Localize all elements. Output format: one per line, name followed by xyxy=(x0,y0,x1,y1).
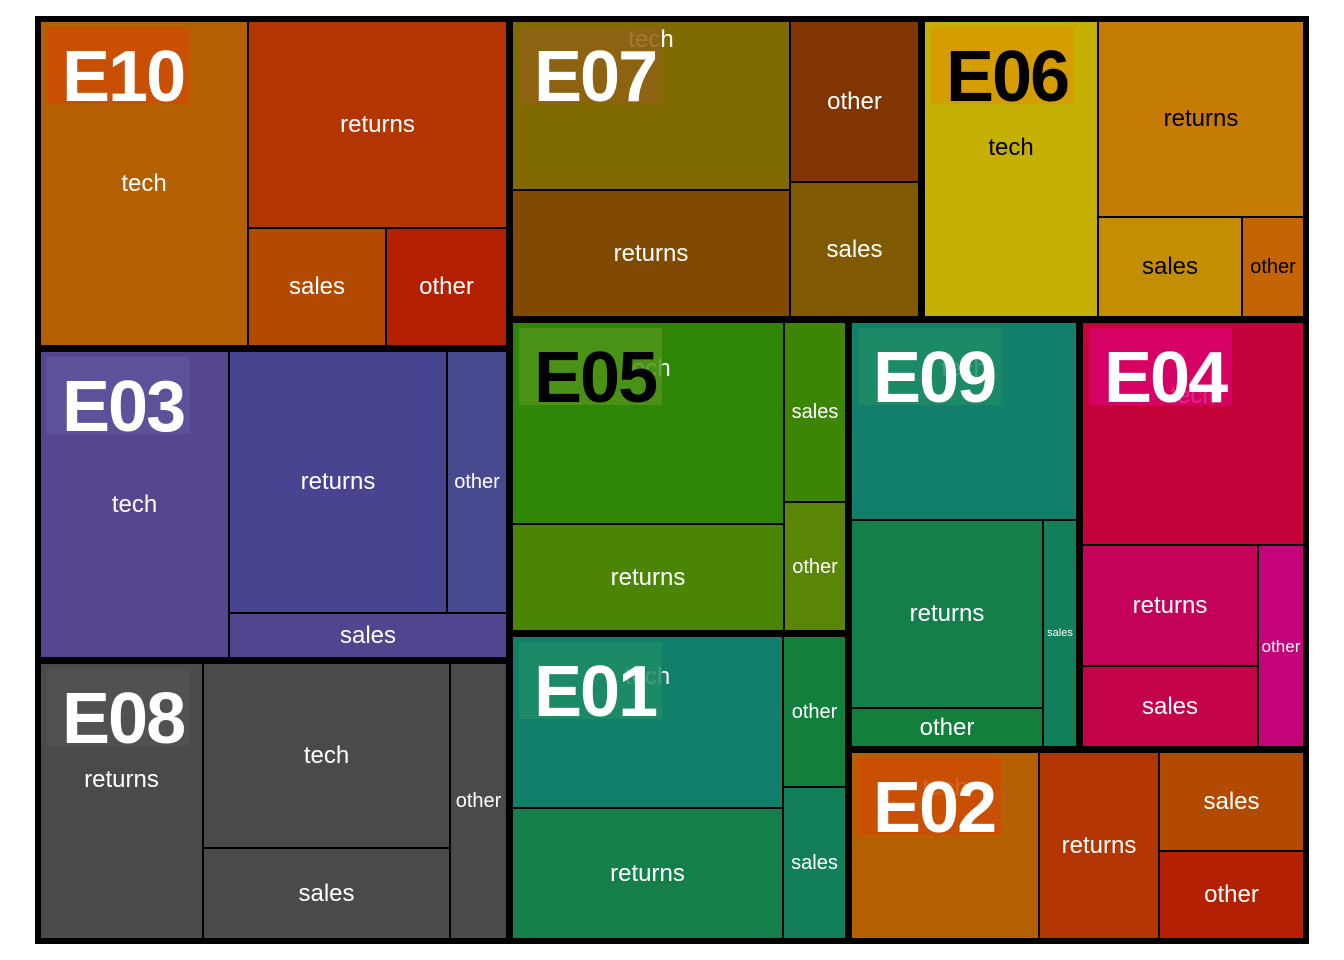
treemap-group-e03[interactable]: tech returns other sales E03 xyxy=(40,351,507,658)
treemap-cell-e07-returns[interactable]: returns xyxy=(512,190,790,317)
cell-label: other xyxy=(792,555,838,578)
treemap-cell-e06-other[interactable]: other xyxy=(1242,217,1304,317)
treemap-cell-e08-tech[interactable]: tech xyxy=(203,663,450,848)
treemap-cell-e03-sales[interactable]: sales xyxy=(229,613,507,658)
treemap-group-e08[interactable]: returns tech sales other E08 xyxy=(40,663,507,939)
treemap-cell-e05-other[interactable]: other xyxy=(784,502,846,631)
cell-label: sales xyxy=(826,235,883,263)
group-label: E01 xyxy=(534,652,658,732)
cell-label: sales xyxy=(791,401,839,423)
treemap-cell-e07-other[interactable]: other xyxy=(790,21,919,182)
cell-label: sales xyxy=(1141,692,1199,720)
treemap-cell-e10-sales[interactable]: sales xyxy=(248,228,386,346)
cell-label: other xyxy=(791,700,838,723)
treemap-chart: tech returns sales other E10 tech returns other… xyxy=(0,0,1344,960)
group-label: E10 xyxy=(62,37,186,117)
cell-label: returns xyxy=(610,563,686,591)
group-label: E08 xyxy=(62,679,186,759)
cell-label: returns xyxy=(340,110,415,138)
cell-label: returns xyxy=(84,766,159,793)
treemap-cell-e09-other[interactable]: other xyxy=(851,708,1043,747)
cell-label: sales xyxy=(298,879,355,907)
treemap-cell-e04-other[interactable]: other xyxy=(1258,545,1304,747)
treemap-cell-e03-other[interactable]: other xyxy=(447,351,507,613)
cell-label: other xyxy=(455,790,502,812)
treemap-group-e05[interactable]: techreturnssalesotherE05 xyxy=(512,322,846,631)
cell-label: sales xyxy=(339,621,397,649)
cell-label: sales xyxy=(288,273,346,300)
treemap-cell-e05-returns[interactable]: returns xyxy=(512,524,784,631)
treemap-cell-e09-sales[interactable]: sales xyxy=(1043,520,1077,747)
cell-label: returns xyxy=(909,600,985,627)
treemap-cell-e01-sales[interactable]: sales xyxy=(783,787,846,939)
treemap-cell-e06-sales[interactable]: sales xyxy=(1098,217,1242,317)
treemap-cell-e10-returns[interactable]: returns xyxy=(248,21,507,228)
cell-label: other xyxy=(919,713,975,741)
treemap-group-e01[interactable]: techreturnsothersalesE01 xyxy=(512,636,846,939)
treemap-cell-e08-sales[interactable]: sales xyxy=(203,848,450,939)
treemap-group-e04[interactable]: techreturnssalesotherE04 xyxy=(1082,322,1304,747)
treemap-cell-e09-returns[interactable]: returns xyxy=(851,520,1043,708)
treemap-cell-e02-returns[interactable]: returns xyxy=(1039,752,1159,939)
treemap-group-e06[interactable]: tech returns sales other E06 xyxy=(924,21,1304,317)
group-label: E04 xyxy=(1104,338,1228,418)
cell-label: other xyxy=(1204,881,1259,908)
group-label: E06 xyxy=(946,37,1070,117)
treemap-cell-e01-other[interactable]: other xyxy=(783,636,846,787)
treemap-cell-e06-returns[interactable]: returns xyxy=(1098,21,1304,217)
treemap-cell-e02-other[interactable]: other xyxy=(1159,851,1304,939)
cell-label: sales xyxy=(1141,253,1199,280)
treemap-cell-e01-returns[interactable]: returns xyxy=(512,808,783,939)
treemap-group-e02[interactable]: techreturnssalesotherE02 xyxy=(851,752,1304,939)
cell-label: other xyxy=(1250,256,1296,278)
group-label: E09 xyxy=(873,338,997,418)
cell-label: sales xyxy=(1047,627,1073,639)
cell-label: tech xyxy=(303,741,350,769)
treemap-group-e09[interactable]: techreturnsothersalesE09 xyxy=(851,322,1077,747)
cell-label: returns xyxy=(1132,591,1208,619)
cell-label: other xyxy=(827,87,882,115)
group-label: E05 xyxy=(534,338,658,418)
treemap-cell-e07-sales[interactable]: sales xyxy=(790,182,919,317)
cell-label: other xyxy=(1261,636,1301,656)
cell-label: tech xyxy=(111,490,158,518)
treemap-group-e10[interactable]: tech returns sales other E10 xyxy=(40,21,507,346)
cell-label: returns xyxy=(610,859,685,887)
cell-label: tech xyxy=(121,169,167,197)
cell-label: returns xyxy=(1061,831,1137,859)
cell-label: returns xyxy=(1163,105,1239,132)
cell-label: returns xyxy=(300,468,376,495)
cell-label: sales xyxy=(1203,787,1260,815)
treemap-cell-e04-returns[interactable]: returns xyxy=(1082,545,1258,666)
group-label: E03 xyxy=(62,367,186,447)
cell-label: tech xyxy=(988,134,1034,161)
cell-label: other xyxy=(419,273,474,300)
cell-label: returns xyxy=(613,239,689,267)
treemap-cell-e08-other[interactable]: other xyxy=(450,663,507,939)
treemap-cell-e05-sales[interactable]: sales xyxy=(784,322,846,502)
treemap-cell-e03-returns[interactable]: returns xyxy=(229,351,447,613)
group-label: E02 xyxy=(873,768,997,848)
cell-label: sales xyxy=(791,852,838,874)
treemap-cell-e04-sales[interactable]: sales xyxy=(1082,666,1258,747)
treemap-cell-e10-other[interactable]: other xyxy=(386,228,507,346)
cell-label: other xyxy=(454,471,500,493)
treemap-cell-e02-sales[interactable]: sales xyxy=(1159,752,1304,851)
group-label: E07 xyxy=(534,37,658,117)
treemap-group-e07[interactable]: techreturnsothersalesE07 xyxy=(512,21,919,317)
